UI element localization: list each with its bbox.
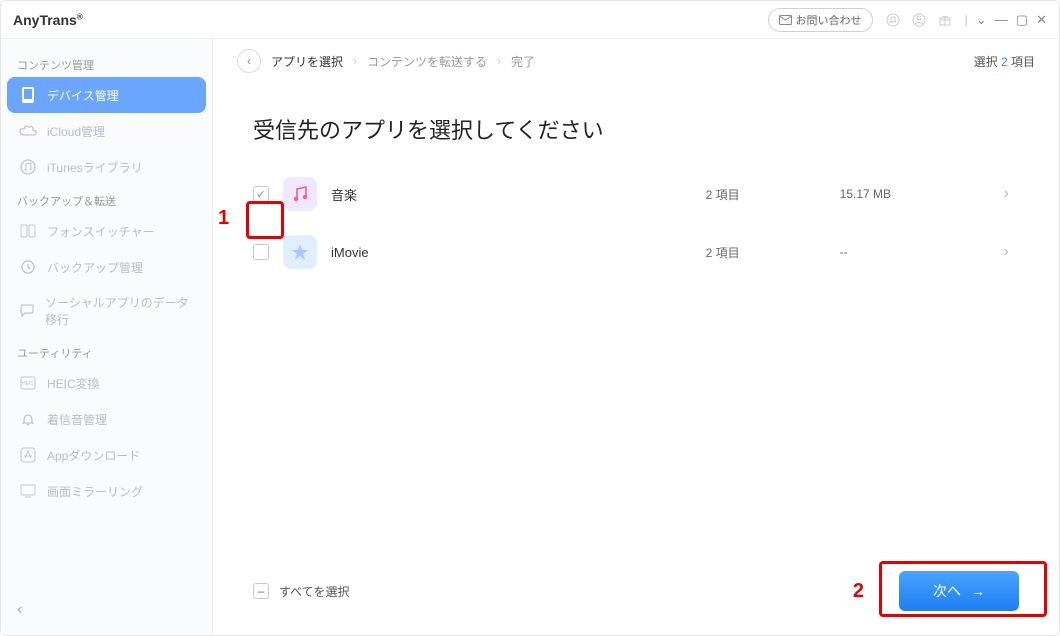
app-brand: AnyTrans® [13,12,83,28]
chevron-right-icon[interactable]: › [994,243,1019,261]
heic-icon: HEIC [19,374,37,392]
window-controls: | ⌄ — ▢ ✕ [965,12,1048,28]
titlebar-icons [885,12,953,28]
sidebar-item-heic[interactable]: HEIC HEIC変換 [7,365,206,401]
crumb-step1: アプリを選択 [271,53,343,70]
sidebar-item-phoneswitcher[interactable]: フォンスイッチャー [7,213,206,249]
bell-icon[interactable] [885,12,901,28]
sidebar-label: デバイス管理 [47,87,119,104]
appstore-icon [19,446,37,464]
annotation-number-1: 1 [218,207,229,230]
sidebar-section-utility: ユーティリティ [7,337,206,365]
sidebar-label: 画面ミラーリング [47,483,143,500]
sidebar-label: HEIC変換 [47,375,100,392]
sidebar: コンテンツ管理 デバイス管理 iCloud管理 iTunesライブラリ バックア… [1,39,213,635]
chat-icon [19,302,35,320]
contact-button[interactable]: お問い合わせ [768,8,873,32]
sidebar-section-backup: バックアップ＆転送 [7,185,206,213]
select-all-label: すべてを選択 [279,583,349,600]
chevron-down-icon[interactable]: ⌄ [976,12,987,28]
crumb-step3: 完了 [511,53,535,70]
item-count: 2 項目 [706,186,826,203]
list-row-music[interactable]: 音楽 2 項目 15.17 MB › [245,165,1027,223]
next-label: 次へ [933,581,961,601]
sidebar-item-device[interactable]: デバイス管理 [7,77,206,113]
back-button[interactable]: ‹ [237,49,261,73]
user-icon[interactable] [911,12,927,28]
item-count: 2 項目 [706,244,826,261]
app-name: 音楽 [331,185,692,204]
device-icon [19,86,37,104]
minimize-button[interactable]: — [995,12,1008,27]
sidebar-item-mirroring[interactable]: 画面ミラーリング [7,473,206,509]
sidebar-item-social[interactable]: ソーシャルアプリのデータ移行 [7,285,206,337]
footer: すべてを選択 次へ → [237,553,1035,635]
checkbox-imovie[interactable] [253,244,269,260]
sidebar-label: フォンスイッチャー [47,223,155,240]
app-name: iMovie [331,245,692,260]
select-all[interactable]: すべてを選択 [253,583,349,600]
sidebar-item-appdownload[interactable]: Appダウンロード [7,437,206,473]
titlebar: AnyTrans® お問い合わせ | ⌄ — ▢ ✕ [1,1,1059,39]
sidebar-label: iTunesライブラリ [47,159,143,176]
main-panel: ‹ アプリを選択 › コンテンツを転送する › 完了 選択 2 項目 受信先のア… [213,39,1059,635]
svg-text:HEIC: HEIC [22,381,34,387]
imovie-icon [283,235,317,269]
sidebar-label: iCloud管理 [47,123,105,140]
sidebar-collapse[interactable]: ‹ [7,595,206,625]
gift-icon[interactable] [937,12,953,28]
sidebar-item-itunes[interactable]: iTunesライブラリ [7,149,206,185]
item-size: -- [840,245,980,259]
mail-icon [779,15,792,25]
cloud-icon [19,122,37,140]
sidebar-item-ringtone[interactable]: 着信音管理 [7,401,206,437]
selection-count: 選択 2 項目 [974,53,1035,70]
phone-switch-icon [19,222,37,240]
contact-label: お問い合わせ [796,12,862,28]
itunes-icon [19,158,37,176]
sidebar-item-icloud[interactable]: iCloud管理 [7,113,206,149]
backup-icon [19,258,37,276]
app-list: 音楽 2 項目 15.17 MB › iMovie 2 項目 -- › [237,165,1035,281]
arrow-right-icon: → [971,583,985,599]
mirror-icon [19,482,37,500]
sidebar-label: ソーシャルアプリのデータ移行 [45,294,194,328]
checkbox-music[interactable] [253,186,269,202]
sidebar-label: 着信音管理 [47,411,107,428]
sidebar-item-backup[interactable]: バックアップ管理 [7,249,206,285]
sidebar-label: バックアップ管理 [47,259,143,276]
list-row-imovie[interactable]: iMovie 2 項目 -- › [245,223,1027,281]
item-size: 15.17 MB [840,187,980,201]
close-button[interactable]: ✕ [1036,12,1047,28]
page-title: 受信先のアプリを選択してください [237,83,1035,165]
music-icon [283,177,317,211]
next-button[interactable]: 次へ → [899,571,1019,611]
checkbox-selectall[interactable] [253,583,269,599]
maximize-button[interactable]: ▢ [1016,12,1028,28]
sidebar-section-content: コンテンツ管理 [7,49,206,77]
crumb-step2: コンテンツを転送する [367,53,487,70]
bell-icon [19,410,37,428]
breadcrumb-bar: ‹ アプリを選択 › コンテンツを転送する › 完了 選択 2 項目 [237,39,1035,83]
chevron-right-icon[interactable]: › [994,185,1019,203]
sidebar-label: Appダウンロード [47,447,140,464]
